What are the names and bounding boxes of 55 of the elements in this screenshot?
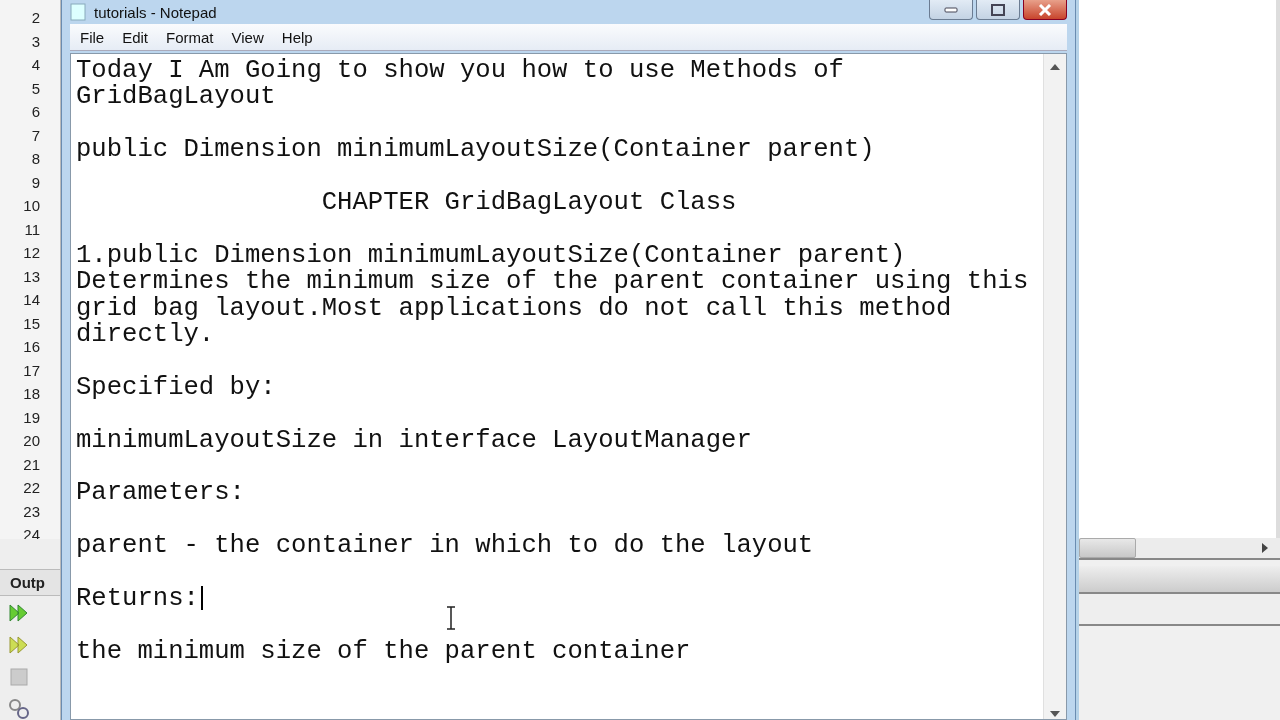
vertical-scrollbar[interactable] [1043, 54, 1066, 719]
text-paragraph: CHAPTER GridBagLayout Class [321, 188, 737, 217]
line-number: 24 [23, 525, 40, 540]
line-number: 18 [23, 384, 40, 404]
line-number: 5 [31, 78, 40, 99]
menu-item[interactable]: File [72, 26, 113, 48]
minimize-icon [944, 6, 958, 13]
line-number: 14 [23, 290, 40, 310]
line-number: 2 [31, 8, 40, 28]
line-number: 8 [31, 149, 40, 169]
text-paragraph: minimumLayoutSize in interface LayoutManager [76, 425, 752, 455]
line-number: 10 [23, 196, 40, 216]
scroll-up-icon[interactable] [1050, 64, 1060, 70]
line-number: 11 [24, 219, 40, 240]
text-paragraph: Parameters: [76, 478, 245, 508]
output-tab[interactable]: Outp [0, 569, 60, 596]
horizontal-scrollbar[interactable] [1079, 538, 1280, 560]
close-icon [1038, 3, 1052, 16]
scroll-right-icon[interactable] [1262, 543, 1268, 553]
line-number: 20 [23, 431, 40, 451]
line-number: 7 [31, 125, 40, 146]
menu-item[interactable]: View [223, 26, 272, 48]
line-number: 3 [31, 31, 40, 52]
text-paragraph: parent - the container in which to do the layout [76, 531, 814, 561]
notepad-icon [70, 3, 86, 21]
maximize-icon [991, 3, 1005, 16]
maximize-button[interactable] [976, 0, 1020, 20]
text-paragraph: Specified by: [76, 372, 276, 402]
text-paragraph: Today I Am Going to show you how to use Methods of GridBagLayout [76, 56, 844, 112]
scroll-down-icon[interactable] [1050, 711, 1060, 717]
text-paragraph: 1.public Dimension minimumLayoutSize(Container parent) Determines the minimum size of the parent container using this grid bag layout.Most applications do not call this method directly. [76, 240, 1029, 349]
line-number: 21 [23, 454, 40, 475]
line-number: 13 [23, 266, 40, 287]
text-paragraph: the minimum size of the parent container [76, 636, 691, 666]
line-number: 16 [23, 337, 40, 357]
line-number: 23 [23, 501, 40, 522]
text-paragraph: public Dimension minimumLayoutSize(Container parent) [76, 135, 875, 165]
line-number: 15 [23, 313, 40, 334]
scrollbar-thumb[interactable] [1079, 538, 1136, 558]
menu-item[interactable]: Format [158, 26, 222, 48]
line-number: 9 [31, 172, 40, 193]
line-number: 12 [23, 243, 40, 263]
line-number: 19 [23, 407, 40, 428]
menu-item[interactable]: Edit [114, 26, 157, 48]
close-button[interactable] [1023, 0, 1067, 20]
text-paragraph: Returns: [76, 584, 203, 613]
text-cursor-icon [446, 606, 456, 630]
minimize-button[interactable] [929, 0, 973, 20]
window-title: tutorials - Notepad [94, 3, 217, 21]
line-number: 22 [23, 478, 40, 498]
line-number: 17 [23, 360, 40, 381]
line-number: 6 [31, 102, 40, 122]
line-number: 4 [31, 55, 40, 75]
run-icon[interactable] [8, 602, 30, 624]
menu-item[interactable]: Help [273, 26, 321, 48]
